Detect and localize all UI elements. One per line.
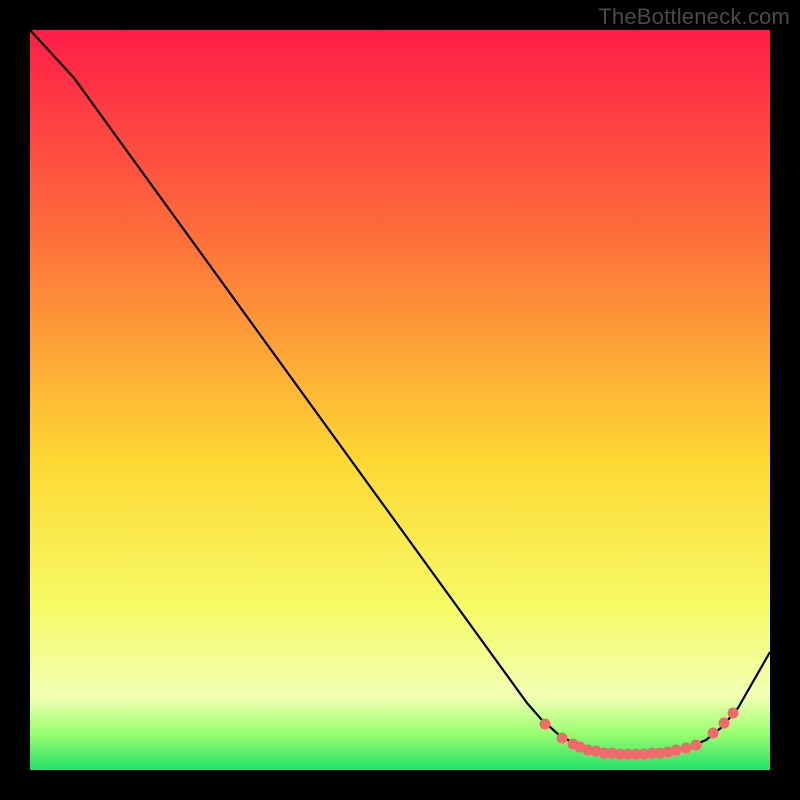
- curve-marker: [719, 718, 729, 728]
- chart-stage: { "watermark": "TheBottleneck.com", "col…: [0, 0, 800, 800]
- curve-marker: [671, 745, 681, 755]
- curve-marker: [557, 733, 567, 743]
- curve-marker: [708, 728, 718, 738]
- plot-area: [30, 30, 770, 770]
- watermark-text: TheBottleneck.com: [598, 4, 790, 30]
- curve-marker: [681, 743, 691, 753]
- chart-svg: [0, 0, 800, 800]
- curve-marker: [691, 740, 701, 750]
- curve-marker: [728, 708, 738, 718]
- curve-marker: [540, 719, 550, 729]
